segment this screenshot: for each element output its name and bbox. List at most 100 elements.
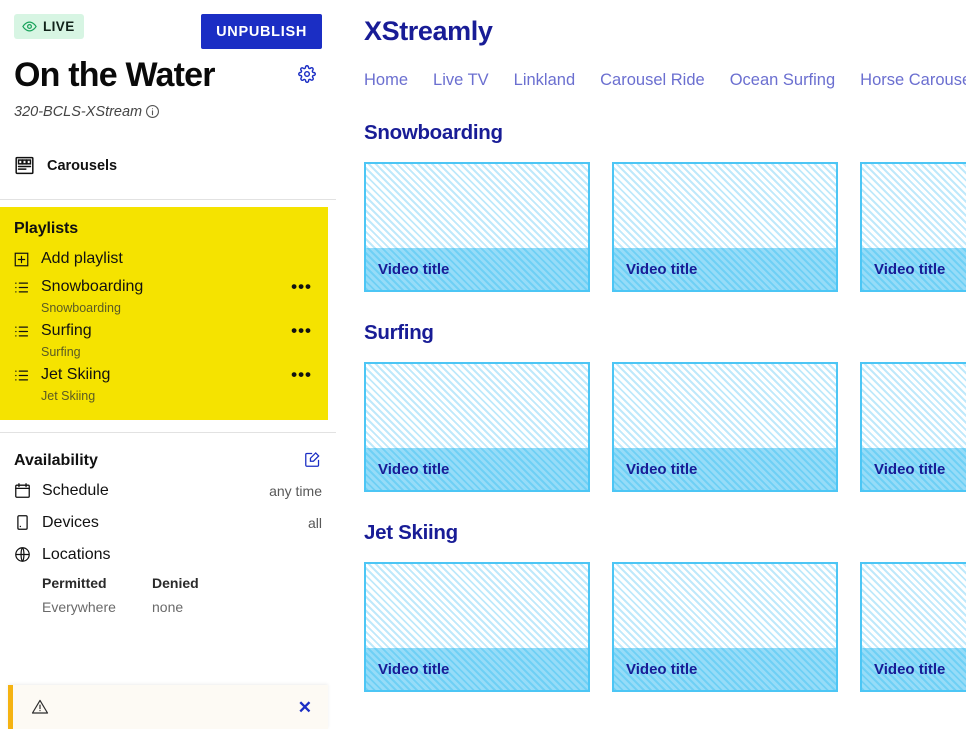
video-card-footer: Video title	[862, 448, 966, 490]
video-card-title: Video title	[378, 660, 450, 678]
gear-icon	[298, 64, 316, 86]
playlist-subtitle: Surfing	[41, 344, 81, 359]
list-icon	[14, 324, 29, 339]
edit-pencil-icon	[304, 451, 321, 471]
playlist-more-menu-button[interactable]: •••	[289, 322, 314, 339]
playlist-subtitle: Snowboarding	[41, 300, 121, 315]
video-card[interactable]: Video title	[860, 362, 966, 492]
eye-icon	[22, 19, 37, 34]
carousel-card-row: Video title Video title Video title Vide…	[364, 562, 966, 692]
calendar-icon	[14, 482, 31, 499]
availability-schedule-value: any time	[269, 482, 322, 499]
playlist-more-menu-button[interactable]: •••	[289, 278, 314, 295]
sidebar: LIVE UNPUBLISH On the Water 320-BCLS-XSt…	[0, 0, 336, 729]
playlist-item[interactable]: Snowboarding Snowboarding •••	[14, 276, 314, 316]
playlist-item-header: Surfing	[14, 320, 314, 343]
carousel-section-title: Snowboarding	[364, 121, 503, 144]
sidebar-item-carousels-label: Carousels	[47, 157, 118, 174]
availability-locations-label: Locations	[42, 545, 111, 563]
carousel-card-row: Video title Video title Video title Vide…	[364, 162, 966, 292]
video-card-footer: Video title	[614, 448, 836, 490]
video-card[interactable]: Video title	[612, 162, 838, 292]
playlist-subtitle: Jet Skiing	[41, 388, 96, 403]
reference-id-row: 320-BCLS-XStream	[14, 104, 322, 120]
carousel-section: Surfing Video title Video title Video ti…	[364, 321, 966, 492]
add-playlist-button[interactable]: Add playlist	[14, 247, 314, 272]
availability-header: Availability	[14, 447, 322, 475]
locations-permitted-column: Permitted Everywhere	[42, 573, 152, 618]
plus-square-icon	[14, 252, 29, 267]
carousel-section: Snowboarding Video title Video title Vid…	[364, 121, 966, 292]
video-card[interactable]: Video title	[612, 362, 838, 492]
carousels-icon	[14, 155, 35, 176]
video-card[interactable]: Video title	[612, 562, 838, 692]
locations-denied-column: Denied none	[152, 573, 262, 618]
video-card-title: Video title	[626, 660, 698, 678]
nav-link-ocean-surfing[interactable]: Ocean Surfing	[730, 71, 835, 90]
video-card[interactable]: Video title	[860, 162, 966, 292]
playlist-name: Jet Skiing	[41, 366, 111, 384]
status-and-actions-row: LIVE UNPUBLISH	[14, 14, 322, 49]
add-playlist-label: Add playlist	[41, 250, 123, 268]
playlists-heading: Playlists	[14, 219, 79, 237]
list-icon	[14, 280, 29, 295]
sidebar-item-carousels[interactable]: Carousels	[0, 150, 336, 182]
nav-link-horse-carousel[interactable]: Horse Carousel	[860, 71, 966, 90]
warning-triangle-icon	[31, 698, 49, 716]
availability-devices-value: all	[307, 514, 322, 531]
edit-availability-button[interactable]	[302, 451, 322, 471]
nav-link-live-tv[interactable]: Live TV	[433, 71, 489, 90]
list-icon	[14, 368, 29, 383]
nav-link-carousel-ride[interactable]: Carousel Ride	[600, 71, 705, 90]
video-card-footer: Video title	[862, 248, 966, 290]
locations-table: Permitted Everywhere Denied none	[14, 573, 322, 618]
playlist-name: Surfing	[41, 322, 92, 340]
globe-icon	[14, 546, 31, 563]
settings-button[interactable]	[296, 64, 318, 86]
unpublish-button[interactable]: UNPUBLISH	[201, 14, 322, 49]
preview-panel: XStreamly Home Live TV Linkland Carousel…	[336, 0, 966, 729]
video-card-title: Video title	[874, 260, 946, 278]
video-card-footer: Video title	[366, 248, 588, 290]
playlist-item-header: Snowboarding	[14, 276, 314, 299]
video-card-footer: Video title	[862, 648, 966, 690]
warning-toast: ✕	[8, 685, 328, 729]
page-title: On the Water	[14, 56, 216, 94]
video-card[interactable]: Video title	[364, 562, 590, 692]
preview-nav: Home Live TV Linkland Carousel Ride Ocea…	[364, 71, 966, 90]
availability-devices-row: Devices all	[14, 507, 322, 539]
brand-title: XStreamly	[364, 16, 493, 46]
video-card[interactable]: Video title	[364, 162, 590, 292]
availability-panel: Availability Schedule any time Devices a…	[0, 447, 336, 618]
video-card[interactable]: Video title	[860, 562, 966, 692]
availability-schedule-label: Schedule	[42, 481, 109, 499]
video-card-title: Video title	[378, 260, 450, 278]
carousel-section-title: Surfing	[364, 321, 434, 344]
playlist-more-menu-button[interactable]: •••	[289, 366, 314, 383]
app-root: LIVE UNPUBLISH On the Water 320-BCLS-XSt…	[0, 0, 966, 729]
video-card-footer: Video title	[614, 248, 836, 290]
carousel-section-title: Jet Skiing	[364, 521, 458, 544]
status-badge-label: LIVE	[43, 18, 75, 34]
video-card-footer: Video title	[614, 648, 836, 690]
availability-devices-label: Devices	[42, 513, 99, 531]
availability-divider	[0, 431, 336, 433]
carousel-section: Jet Skiing Video title Video title Video…	[364, 521, 966, 692]
availability-schedule-row: Schedule any time	[14, 475, 322, 507]
close-icon[interactable]: ✕	[294, 697, 316, 718]
sidebar-header: LIVE UNPUBLISH On the Water 320-BCLS-XSt…	[0, 0, 336, 120]
locations-permitted-header: Permitted	[42, 574, 107, 591]
status-badge: LIVE	[14, 14, 84, 39]
video-card-title: Video title	[626, 460, 698, 478]
nav-link-home[interactable]: Home	[364, 71, 408, 90]
video-card[interactable]: Video title	[364, 362, 590, 492]
nav-link-linkland[interactable]: Linkland	[514, 71, 575, 90]
playlist-item[interactable]: Jet Skiing Jet Skiing •••	[14, 364, 314, 404]
title-row: On the Water	[14, 56, 322, 95]
info-icon[interactable]	[145, 104, 160, 119]
sidebar-divider	[0, 198, 336, 200]
playlists-panel: Playlists Add playlist Snowboarding Snow…	[0, 206, 328, 420]
playlist-item[interactable]: Surfing Surfing •••	[14, 320, 314, 360]
playlist-item-header: Jet Skiing	[14, 364, 314, 387]
video-card-footer: Video title	[366, 448, 588, 490]
